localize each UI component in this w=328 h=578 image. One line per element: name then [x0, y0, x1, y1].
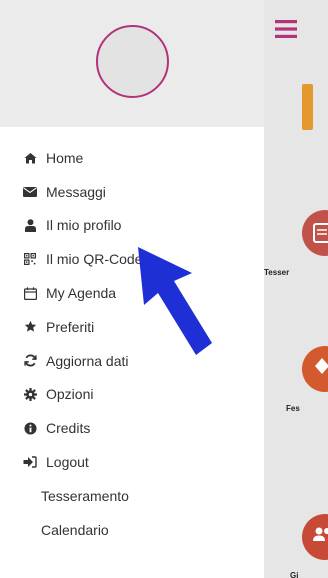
menu-item-credits[interactable]: Credits — [0, 411, 264, 445]
hamburger-menu-icon[interactable] — [275, 20, 297, 38]
menu-item-label: Calendario — [41, 521, 109, 538]
logout-icon — [23, 455, 37, 469]
calendar-icon — [23, 286, 37, 300]
menu-item-label: Il mio profilo — [46, 217, 122, 234]
menu-item-label: Opzioni — [46, 386, 94, 403]
menu-item-label: Tesseramento — [41, 487, 129, 504]
envelope-icon — [23, 185, 37, 199]
menu-item-calendario[interactable]: Calendario — [0, 513, 264, 547]
pointer-arrow-icon — [130, 245, 220, 365]
refresh-icon — [23, 354, 37, 368]
star-icon — [23, 320, 37, 334]
menu-item-logout[interactable]: Logout — [0, 445, 264, 479]
menu-item-label: Preferiti — [46, 318, 95, 335]
menu-item-tesseramento[interactable]: Tesseramento — [0, 479, 264, 513]
menu-item-label: Logout — [46, 454, 89, 471]
orange-accent-bar — [302, 84, 313, 130]
menu-item-label: Messaggi — [46, 183, 106, 200]
tile-label: Fes — [286, 404, 300, 413]
menu-item-label: Aggiorna dati — [46, 352, 129, 369]
qrcode-icon — [23, 252, 37, 266]
menu-item-label: Home — [46, 149, 84, 166]
menu-item-profilo[interactable]: Il mio profilo — [0, 209, 264, 243]
tesseramento-tile-icon[interactable] — [302, 210, 328, 256]
home-icon — [23, 151, 37, 165]
menu-item-label: My Agenda — [46, 285, 117, 302]
background-app-panel: Tesser Fes Gi — [264, 0, 328, 578]
user-icon — [23, 218, 37, 232]
tile-label: Gi — [290, 571, 299, 578]
drawer-header — [0, 0, 264, 127]
group-tile-icon[interactable] — [302, 514, 328, 560]
menu-item-messaggi[interactable]: Messaggi — [0, 175, 264, 209]
tile-label: Tesser — [264, 268, 290, 277]
menu-item-home[interactable]: Home — [0, 141, 264, 175]
info-icon — [23, 421, 37, 435]
menu-item-opzioni[interactable]: Opzioni — [0, 378, 264, 412]
avatar[interactable] — [96, 25, 169, 98]
menu-item-label: Il mio QR-Code — [46, 251, 143, 268]
gear-icon — [23, 387, 37, 401]
menu-item-label: Credits — [46, 420, 91, 437]
festival-tile-icon[interactable] — [302, 346, 328, 392]
